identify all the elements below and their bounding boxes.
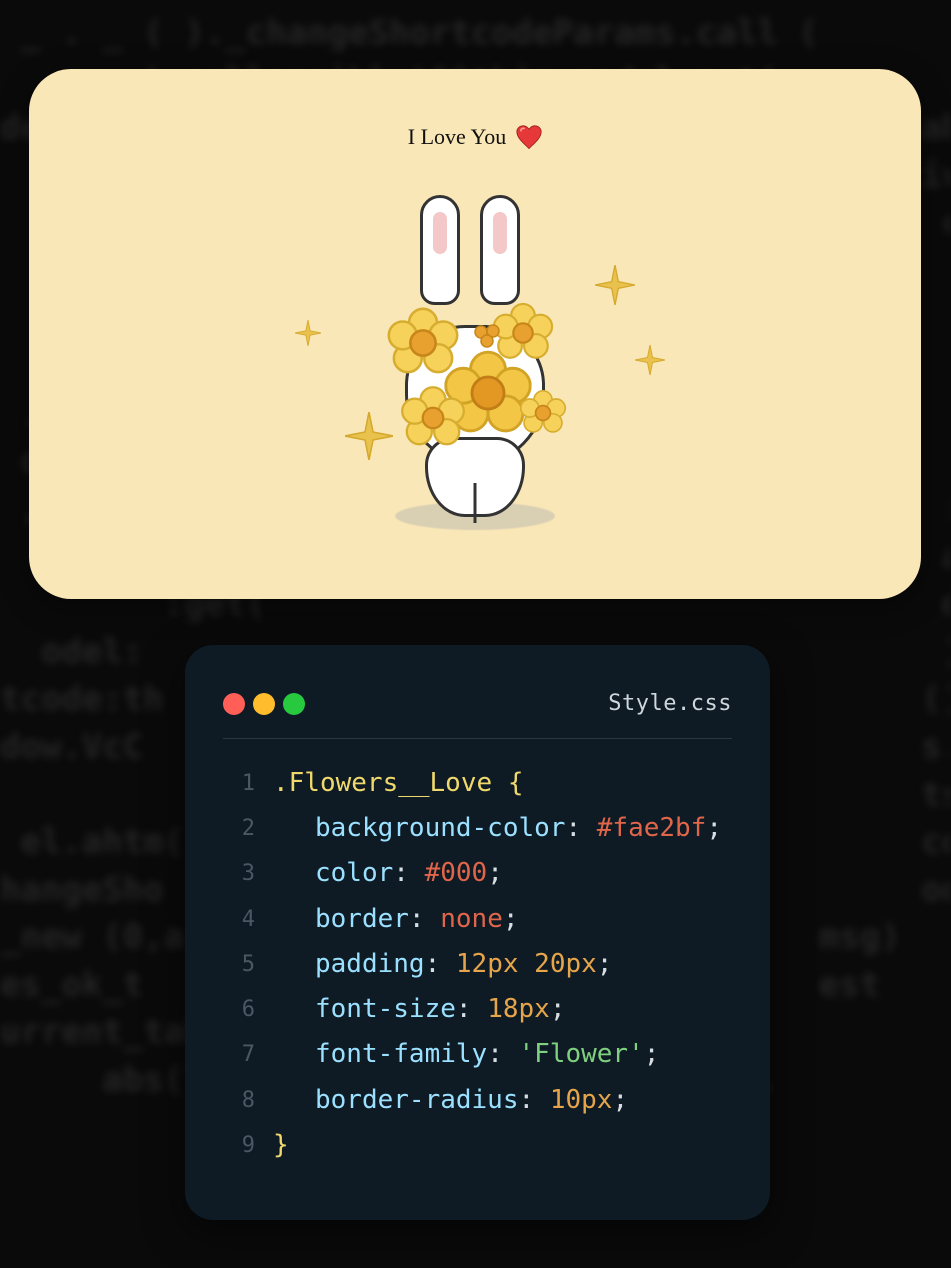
css-property: border-radius xyxy=(315,1085,519,1115)
css-property: color xyxy=(315,858,393,888)
editor-filename: Style.css xyxy=(608,691,732,716)
css-selector: .Flowers__Love xyxy=(273,768,492,798)
window-minimize-dot[interactable] xyxy=(253,693,275,715)
code-line: 9 } xyxy=(223,1123,732,1168)
css-property: font-family xyxy=(315,1039,487,1069)
line-number: 3 xyxy=(223,851,255,896)
code-line: 7 font-family: 'Flower'; xyxy=(223,1032,732,1077)
css-value: #fae2bf xyxy=(597,813,707,843)
css-value: 20px xyxy=(534,949,597,979)
code-line: 6 font-size: 18px; xyxy=(223,987,732,1032)
close-brace: } xyxy=(273,1130,289,1160)
css-value: 'Flower' xyxy=(519,1039,644,1069)
bunny-ear-left xyxy=(420,195,460,305)
window-close-dot[interactable] xyxy=(223,693,245,715)
bunny-illustration xyxy=(325,205,625,535)
code-line: 1 .Flowers__Love { xyxy=(223,761,732,806)
sparkle-icon xyxy=(345,412,393,460)
sparkle-icon xyxy=(595,265,635,305)
line-number: 5 xyxy=(223,942,255,987)
window-controls xyxy=(223,693,305,715)
line-number: 9 xyxy=(223,1123,255,1168)
line-number: 4 xyxy=(223,897,255,942)
line-number: 2 xyxy=(223,806,255,851)
line-number: 1 xyxy=(223,761,255,806)
preview-card: I Love You xyxy=(29,69,921,599)
code-area[interactable]: 1 .Flowers__Love { 2 background-color: #… xyxy=(223,761,732,1168)
line-number: 7 xyxy=(223,1032,255,1077)
css-property: padding xyxy=(315,949,425,979)
css-value: 18px xyxy=(487,994,550,1024)
css-value: #000 xyxy=(425,858,488,888)
css-value: none xyxy=(440,904,503,934)
line-number: 8 xyxy=(223,1078,255,1123)
css-property: font-size xyxy=(315,994,456,1024)
bunny-ear-right xyxy=(480,195,520,305)
window-maximize-dot[interactable] xyxy=(283,693,305,715)
title-text: I Love You xyxy=(408,124,506,150)
card-title: I Love You xyxy=(408,124,542,150)
css-value: 10px xyxy=(550,1085,613,1115)
code-editor-card: Style.css 1 .Flowers__Love { 2 backgroun… xyxy=(185,645,770,1220)
code-line: 8 border-radius: 10px; xyxy=(223,1078,732,1123)
code-line: 5 padding: 12px 20px; xyxy=(223,942,732,987)
css-value: 12px xyxy=(456,949,519,979)
editor-header: Style.css xyxy=(223,691,732,739)
berry-cluster-icon xyxy=(473,323,503,353)
sparkle-icon xyxy=(295,320,321,346)
css-property: background-color xyxy=(315,813,565,843)
open-brace: { xyxy=(508,768,524,798)
flower-icon xyxy=(518,388,567,437)
code-line: 4 border: none; xyxy=(223,897,732,942)
heart-icon xyxy=(516,125,542,149)
code-line: 2 background-color: #fae2bf; xyxy=(223,806,732,851)
code-line: 3 color: #000; xyxy=(223,851,732,896)
sparkle-icon xyxy=(635,345,665,375)
css-property: border xyxy=(315,904,409,934)
flower-icon xyxy=(399,384,467,452)
line-number: 6 xyxy=(223,987,255,1032)
